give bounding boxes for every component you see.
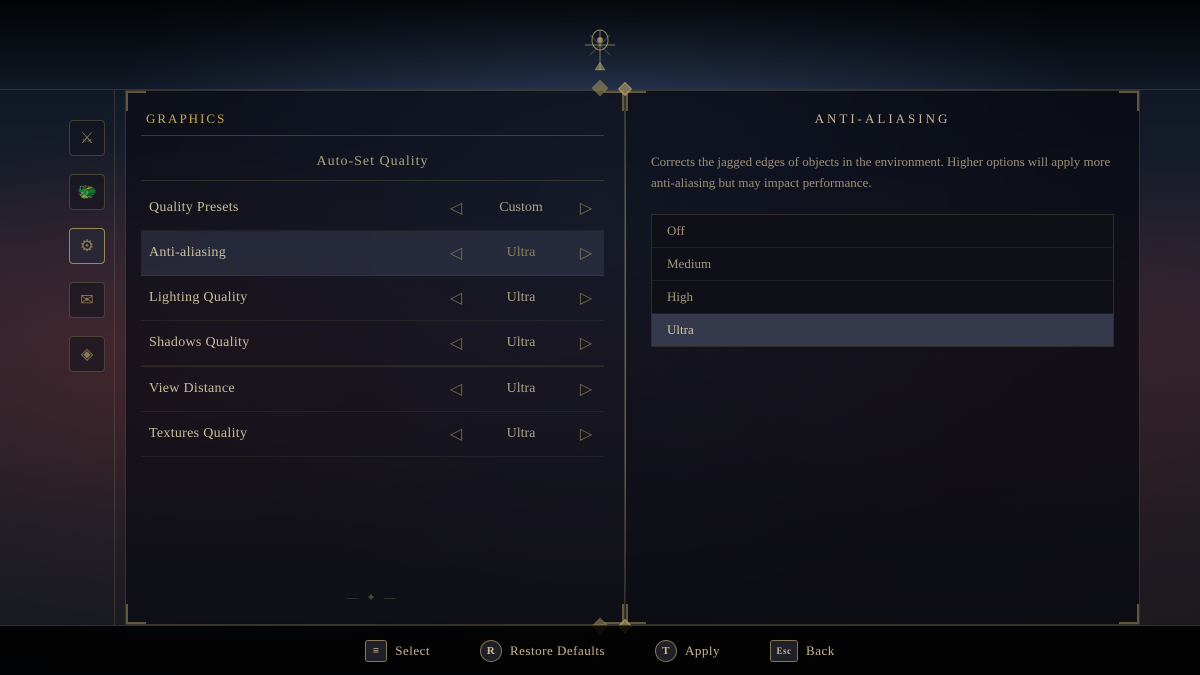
label-apply: Apply <box>685 643 720 659</box>
dropdown-item-off[interactable]: Off <box>652 215 1113 248</box>
corner-bl <box>126 604 146 624</box>
info-corner-br <box>1119 604 1139 624</box>
sidebar: ⚔ 🐲 ⚙ ✉ ◈ <box>60 90 115 625</box>
vertical-divider <box>625 90 626 625</box>
setting-row-lighting[interactable]: Lighting Quality ◁ Ultra ▷ <box>141 276 604 321</box>
sidebar-icon-mail[interactable]: ✉ <box>69 282 105 318</box>
action-select: ≡ Select <box>365 640 430 662</box>
panel-bottom-decoration: — ✦ — <box>141 581 604 604</box>
setting-row-shadows[interactable]: Shadows Quality ◁ Ultra ▷ <box>141 321 604 366</box>
arrow-right-view-distance[interactable]: ▷ <box>576 379 596 399</box>
setting-name-textures: Textures Quality <box>149 426 446 442</box>
key-apply: T <box>655 640 677 662</box>
sidebar-icon-settings[interactable]: ⚙ <box>69 228 105 264</box>
arrow-right-shadows[interactable]: ▷ <box>576 333 596 353</box>
corner-tl <box>126 91 146 111</box>
arrow-left-lighting[interactable]: ◁ <box>446 288 466 308</box>
sidebar-icon-character[interactable]: ⚔ <box>69 120 105 156</box>
corner-tr <box>604 91 624 111</box>
key-restore: R <box>480 640 502 662</box>
label-restore: Restore Defaults <box>510 643 605 659</box>
setting-row-view-distance[interactable]: View Distance ◁ Ultra ▷ <box>141 366 604 412</box>
sidebar-icon-map[interactable]: ◈ <box>69 336 105 372</box>
setting-value-lighting: Ultra <box>481 290 561 306</box>
label-back: Back <box>806 643 835 659</box>
setting-value-anti-aliasing: Ultra <box>481 245 561 261</box>
setting-name-shadows: Shadows Quality <box>149 335 446 351</box>
setting-name-anti-aliasing: Anti-aliasing <box>149 245 446 261</box>
info-corner-tl <box>626 91 646 111</box>
section-title: GRAPHICS <box>141 111 604 136</box>
dropdown-list: Off Medium High Ultra <box>651 214 1114 347</box>
settings-list: Quality Presets ◁ Custom ▷ Anti-aliasing… <box>141 186 604 581</box>
bottom-bar: ≡ Select R Restore Defaults T Apply Esc … <box>0 625 1200 675</box>
arrow-left-anti-aliasing[interactable]: ◁ <box>446 243 466 263</box>
sidebar-icon-inventory[interactable]: 🐲 <box>69 174 105 210</box>
arrow-left-shadows[interactable]: ◁ <box>446 333 466 353</box>
arrow-left-textures[interactable]: ◁ <box>446 424 466 444</box>
setting-value-quality-presets: Custom <box>481 200 561 216</box>
arrow-right-lighting[interactable]: ▷ <box>576 288 596 308</box>
setting-name-lighting: Lighting Quality <box>149 290 446 306</box>
auto-set-button[interactable]: Auto-Set Quality <box>141 144 604 181</box>
info-corner-bl <box>626 604 646 624</box>
dropdown-item-ultra[interactable]: Ultra <box>652 314 1113 346</box>
top-border <box>0 0 1200 90</box>
action-apply[interactable]: T Apply <box>655 640 720 662</box>
arrow-right-textures[interactable]: ▷ <box>576 424 596 444</box>
setting-row-anti-aliasing[interactable]: Anti-aliasing ◁ Ultra ▷ <box>141 231 604 276</box>
info-panel: ANTI-ALIASING Corrects the jagged edges … <box>626 90 1140 625</box>
key-select: ≡ <box>365 640 387 662</box>
dropdown-item-high[interactable]: High <box>652 281 1113 314</box>
info-corner-tr <box>1119 91 1139 111</box>
action-restore: R Restore Defaults <box>480 640 605 662</box>
info-description: Corrects the jagged edges of objects in … <box>651 152 1114 194</box>
setting-value-shadows: Ultra <box>481 335 561 351</box>
arrow-left-quality-presets[interactable]: ◁ <box>446 198 466 218</box>
arrow-right-quality-presets[interactable]: ▷ <box>576 198 596 218</box>
label-select: Select <box>395 643 430 659</box>
main-content: ⚔ 🐲 ⚙ ✉ ◈ GRAPHICS Auto-Set Quality Qual… <box>60 90 1140 625</box>
settings-panel: GRAPHICS Auto-Set Quality Quality Preset… <box>125 90 625 625</box>
top-emblem <box>575 20 625 70</box>
setting-value-textures: Ultra <box>481 426 561 442</box>
info-title: ANTI-ALIASING <box>651 111 1114 137</box>
setting-value-view-distance: Ultra <box>481 381 561 397</box>
setting-row-quality-presets[interactable]: Quality Presets ◁ Custom ▷ <box>141 186 604 231</box>
action-back[interactable]: Esc Back <box>770 640 835 662</box>
key-back: Esc <box>770 640 798 662</box>
setting-name-quality-presets: Quality Presets <box>149 200 446 216</box>
dropdown-item-medium[interactable]: Medium <box>652 248 1113 281</box>
arrow-left-view-distance[interactable]: ◁ <box>446 379 466 399</box>
arrow-right-anti-aliasing[interactable]: ▷ <box>576 243 596 263</box>
setting-row-textures[interactable]: Textures Quality ◁ Ultra ▷ <box>141 412 604 457</box>
setting-name-view-distance: View Distance <box>149 381 446 397</box>
